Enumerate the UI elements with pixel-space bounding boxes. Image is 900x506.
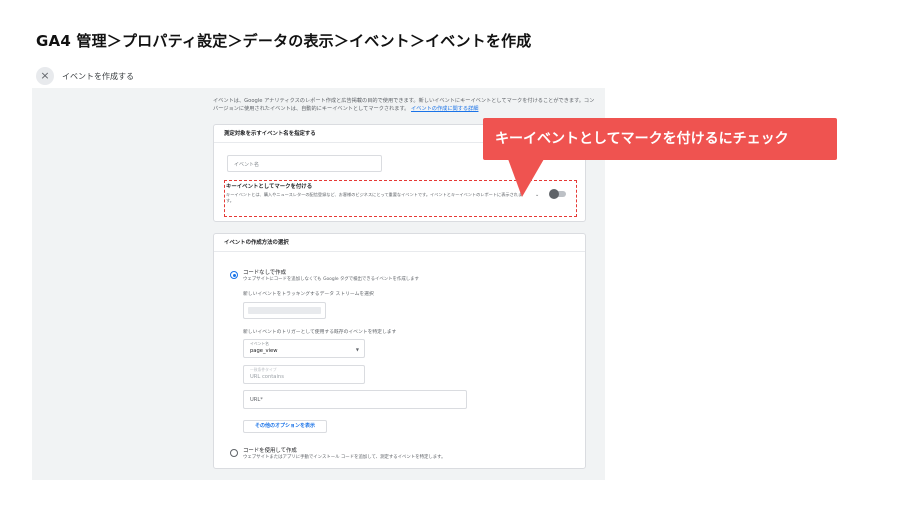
dropdown-caret-icon: ▼	[355, 347, 359, 352]
stream-select[interactable]	[243, 302, 326, 319]
trigger-label: 新しいイベントのトリガーとして使用する既存のイベントを特定します	[243, 330, 397, 335]
creation-method-card: イベントの作成方法の選択 コードなしで作成 ウェブサイトにコードを追加しなくても…	[213, 233, 586, 469]
radio-without-code[interactable]	[230, 271, 238, 279]
url-input-value: URL*	[250, 397, 263, 403]
top-bar: × イベントを作成する	[36, 66, 134, 86]
event-name-select[interactable]: イベント名 page_view ▼	[243, 339, 365, 358]
callout-banner: キーイベントとしてマークを付けるにチェック	[483, 118, 837, 160]
url-input[interactable]: URL*	[243, 390, 467, 409]
event-name-input[interactable]: イベント名	[227, 155, 382, 172]
stream-label: 新しいイベントをトラッキングするデータ ストリームを選択	[243, 292, 374, 297]
event-name-select-label: イベント名	[250, 341, 269, 346]
info-body: イベントは、Google アナリティクスのレポート作成と広告掲載の目的で使用でき…	[213, 98, 595, 112]
radio-with-code[interactable]	[230, 449, 238, 457]
option-without-code-desc: ウェブサイトにコードを追加しなくても Google タグで検出できるイベントを作…	[243, 277, 419, 282]
info-text: イベントは、Google アナリティクスのレポート作成と広告掲載の目的で使用でき…	[213, 97, 599, 113]
option-with-code-desc: ウェブサイトまたはアプリに手動でインストール コードを追加して、測定するイベント…	[243, 455, 446, 460]
match-type-value: URL contains	[250, 374, 284, 380]
learn-more-link[interactable]: イベントの作成に関する詳細	[411, 106, 478, 112]
more-options-button[interactable]: その他のオプションを表示	[243, 420, 327, 433]
option-with-code-title: コードを使用して作成	[243, 448, 297, 454]
callout-pointer	[508, 159, 544, 197]
creation-method-card-header: イベントの作成方法の選択	[214, 234, 585, 252]
stream-select-value	[248, 307, 321, 314]
match-type-field[interactable]: 一致条件タイプ URL contains	[243, 365, 365, 384]
event-name-select-value: page_view	[250, 348, 278, 354]
match-type-label: 一致条件タイプ	[250, 367, 277, 372]
close-icon[interactable]: ×	[36, 67, 54, 85]
slide-title: GA4 管理＞プロパティ設定＞データの表示＞イベント＞イベントを作成	[36, 32, 532, 50]
option-without-code-title: コードなしで作成	[243, 270, 286, 276]
page-title: イベントを作成する	[62, 71, 134, 81]
